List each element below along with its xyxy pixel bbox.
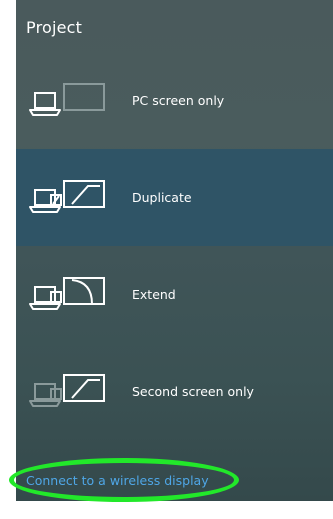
extend-icon (29, 277, 105, 310)
option-duplicate[interactable]: Duplicate (16, 149, 333, 246)
panel-title: Project (26, 18, 83, 37)
duplicate-icon (29, 180, 105, 213)
option-label: Duplicate (132, 190, 192, 205)
connect-wireless-display-link[interactable]: Connect to a wireless display (26, 473, 209, 488)
page-margin (0, 0, 16, 519)
pc-screen-only-icon (29, 83, 105, 116)
option-pc-screen-only[interactable]: PC screen only (16, 52, 333, 149)
option-second-screen-only[interactable]: Second screen only (16, 343, 333, 440)
second-screen-only-icon (29, 374, 105, 407)
option-label: Extend (132, 287, 176, 302)
option-label: Second screen only (132, 384, 254, 399)
option-label: PC screen only (132, 93, 225, 108)
option-extend[interactable]: Extend (16, 246, 333, 343)
project-flyout: Project PC screen only Duplicate Extend … (16, 0, 333, 501)
